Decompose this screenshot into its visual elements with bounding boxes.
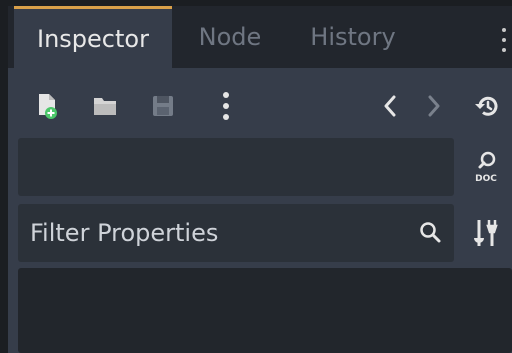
tab-inspector-label: Inspector [37,24,149,53]
object-tools-button[interactable] [470,213,502,253]
more-vertical-icon [223,92,229,120]
new-resource-button[interactable] [34,90,60,122]
tab-node[interactable]: Node [184,6,276,68]
resource-more-button[interactable] [216,90,236,122]
history-button[interactable] [472,90,502,122]
search-doc-icon: DOC [475,151,497,184]
filter-properties-placeholder: Filter Properties [30,219,219,247]
history-icon [475,96,498,116]
new-resource-icon [39,94,57,119]
doc-label: DOC [475,174,497,184]
open-resource-button[interactable] [90,90,120,122]
tab-bar: Inspector Node History [8,6,512,68]
resource-path-field[interactable] [18,138,454,196]
search-icon [418,220,442,248]
save-resource-button[interactable] [148,90,178,122]
tab-history[interactable]: History [294,6,412,68]
save-icon [153,96,173,116]
filter-properties-field[interactable]: Filter Properties [18,204,454,262]
open-documentation-button[interactable]: DOC [470,147,502,187]
open-folder-icon [94,98,116,115]
forward-button[interactable] [420,90,448,122]
tab-history-label: History [310,23,396,51]
tab-menu-icon[interactable] [500,28,508,52]
back-icon [384,95,396,117]
back-button[interactable] [376,90,404,122]
object-tools-icon [474,220,498,246]
tab-inspector[interactable]: Inspector [14,6,172,68]
inspector-panel: Inspector Node History DOC Filter Proper… [8,6,512,353]
forward-icon [428,95,440,117]
tab-node-label: Node [198,23,262,51]
property-list [18,268,512,353]
